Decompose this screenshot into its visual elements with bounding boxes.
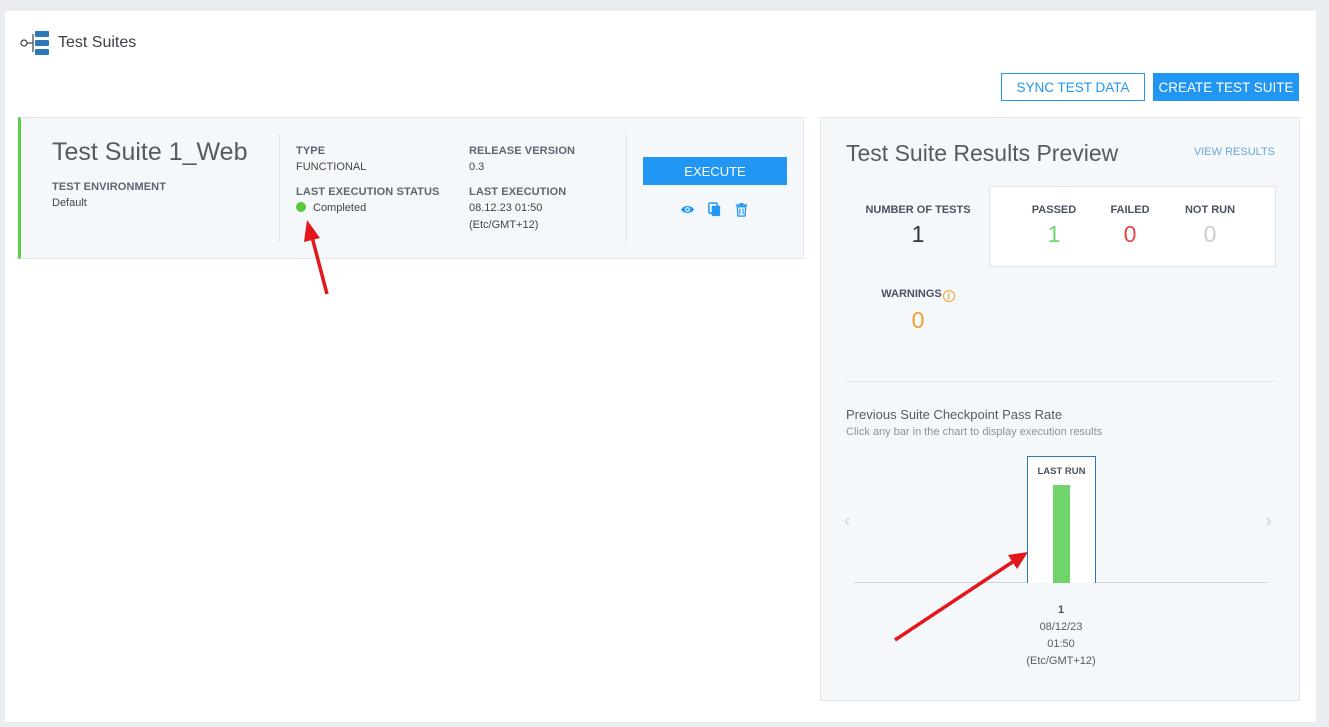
results-stats-box: PASSED 1 FAILED 0 NOT RUN 0 [989, 186, 1276, 267]
results-preview-panel: Test Suite Results Preview VIEW RESULTS … [820, 117, 1300, 701]
trash-icon[interactable] [734, 202, 749, 217]
failed-label: FAILED [1110, 204, 1150, 216]
eye-icon[interactable] [680, 202, 695, 217]
x-tz-label: (Etc/GMT+12) [1026, 655, 1096, 667]
last-execution-date: 08.12.23 01:50 [469, 202, 543, 214]
last-execution-tz: (Etc/GMT+12) [469, 219, 539, 231]
chart-bar[interactable] [1053, 485, 1070, 583]
view-results-link[interactable]: VIEW RESULTS [1194, 146, 1275, 158]
not-run-value: 0 [1203, 221, 1217, 247]
create-test-suite-button[interactable]: CREATE TEST SUITE [1153, 73, 1299, 101]
failed-value: 0 [1123, 221, 1137, 247]
status-text: Completed [313, 202, 367, 214]
x-date-label: 08/12/23 [1039, 621, 1083, 633]
copy-icon[interactable] [707, 202, 722, 217]
status-label: LAST EXECUTION STATUS [296, 186, 440, 198]
last-execution-label: LAST EXECUTION [469, 186, 567, 198]
tests-label: NUMBER OF TESTS [865, 204, 971, 216]
page-title: Test Suites [58, 34, 137, 51]
page-header: Test Suites [20, 30, 136, 56]
x-time-label: 01:50 [1047, 638, 1075, 650]
info-icon[interactable]: i [942, 290, 955, 302]
hierarchy-icon [20, 31, 49, 55]
release-value: 0.3 [469, 161, 485, 173]
sync-test-data-button[interactable]: SYNC TEST DATA [1001, 73, 1145, 101]
type-value: FUNCTIONAL [296, 161, 367, 173]
suite-name[interactable]: Test Suite 1_Web [52, 138, 247, 167]
type-label: TYPE [296, 145, 326, 157]
x-tick-label: 1 [1057, 604, 1065, 616]
preview-title: Test Suite Results Preview [846, 140, 1119, 166]
warnings-label: WARNINGS i [861, 288, 975, 302]
passed-label: PASSED [1031, 204, 1077, 216]
chart-subtitle: Click any bar in the chart to display ex… [846, 426, 1103, 438]
main-page: Test Suites SYNC TEST DATA CREATE TEST S… [5, 11, 1316, 722]
last-run-label: LAST RUN [1037, 466, 1086, 477]
status-dot-icon [296, 202, 306, 212]
env-label: TEST ENVIRONMENT [52, 181, 167, 193]
chart-x-labels: 1 08/12/23 01:50 (Etc/GMT+12) [1011, 602, 1111, 670]
chart-title: Previous Suite Checkpoint Pass Rate [846, 407, 1063, 422]
suite-actions [680, 202, 749, 217]
chart-bar-group[interactable]: LAST RUN [1027, 456, 1096, 583]
chevron-right-icon[interactable]: › [1265, 510, 1272, 533]
passed-value: 1 [1047, 221, 1061, 247]
warnings-label-text: WARNINGS [881, 288, 942, 300]
not-run-label: NOT RUN [1184, 204, 1236, 216]
test-suite-card[interactable]: Test Suite 1_Web TEST ENVIRONMENT Defaul… [18, 117, 804, 259]
chevron-left-icon[interactable]: ‹ [844, 510, 851, 533]
release-label: RELEASE VERSION [469, 145, 576, 157]
execute-button[interactable]: EXECUTE [643, 157, 787, 185]
warnings-value: 0 [911, 307, 925, 333]
divider [279, 134, 280, 242]
divider [626, 134, 627, 242]
env-value: Default [52, 197, 87, 209]
status-value: Completed [296, 200, 366, 217]
tests-value: 1 [911, 221, 925, 247]
divider [846, 381, 1276, 382]
